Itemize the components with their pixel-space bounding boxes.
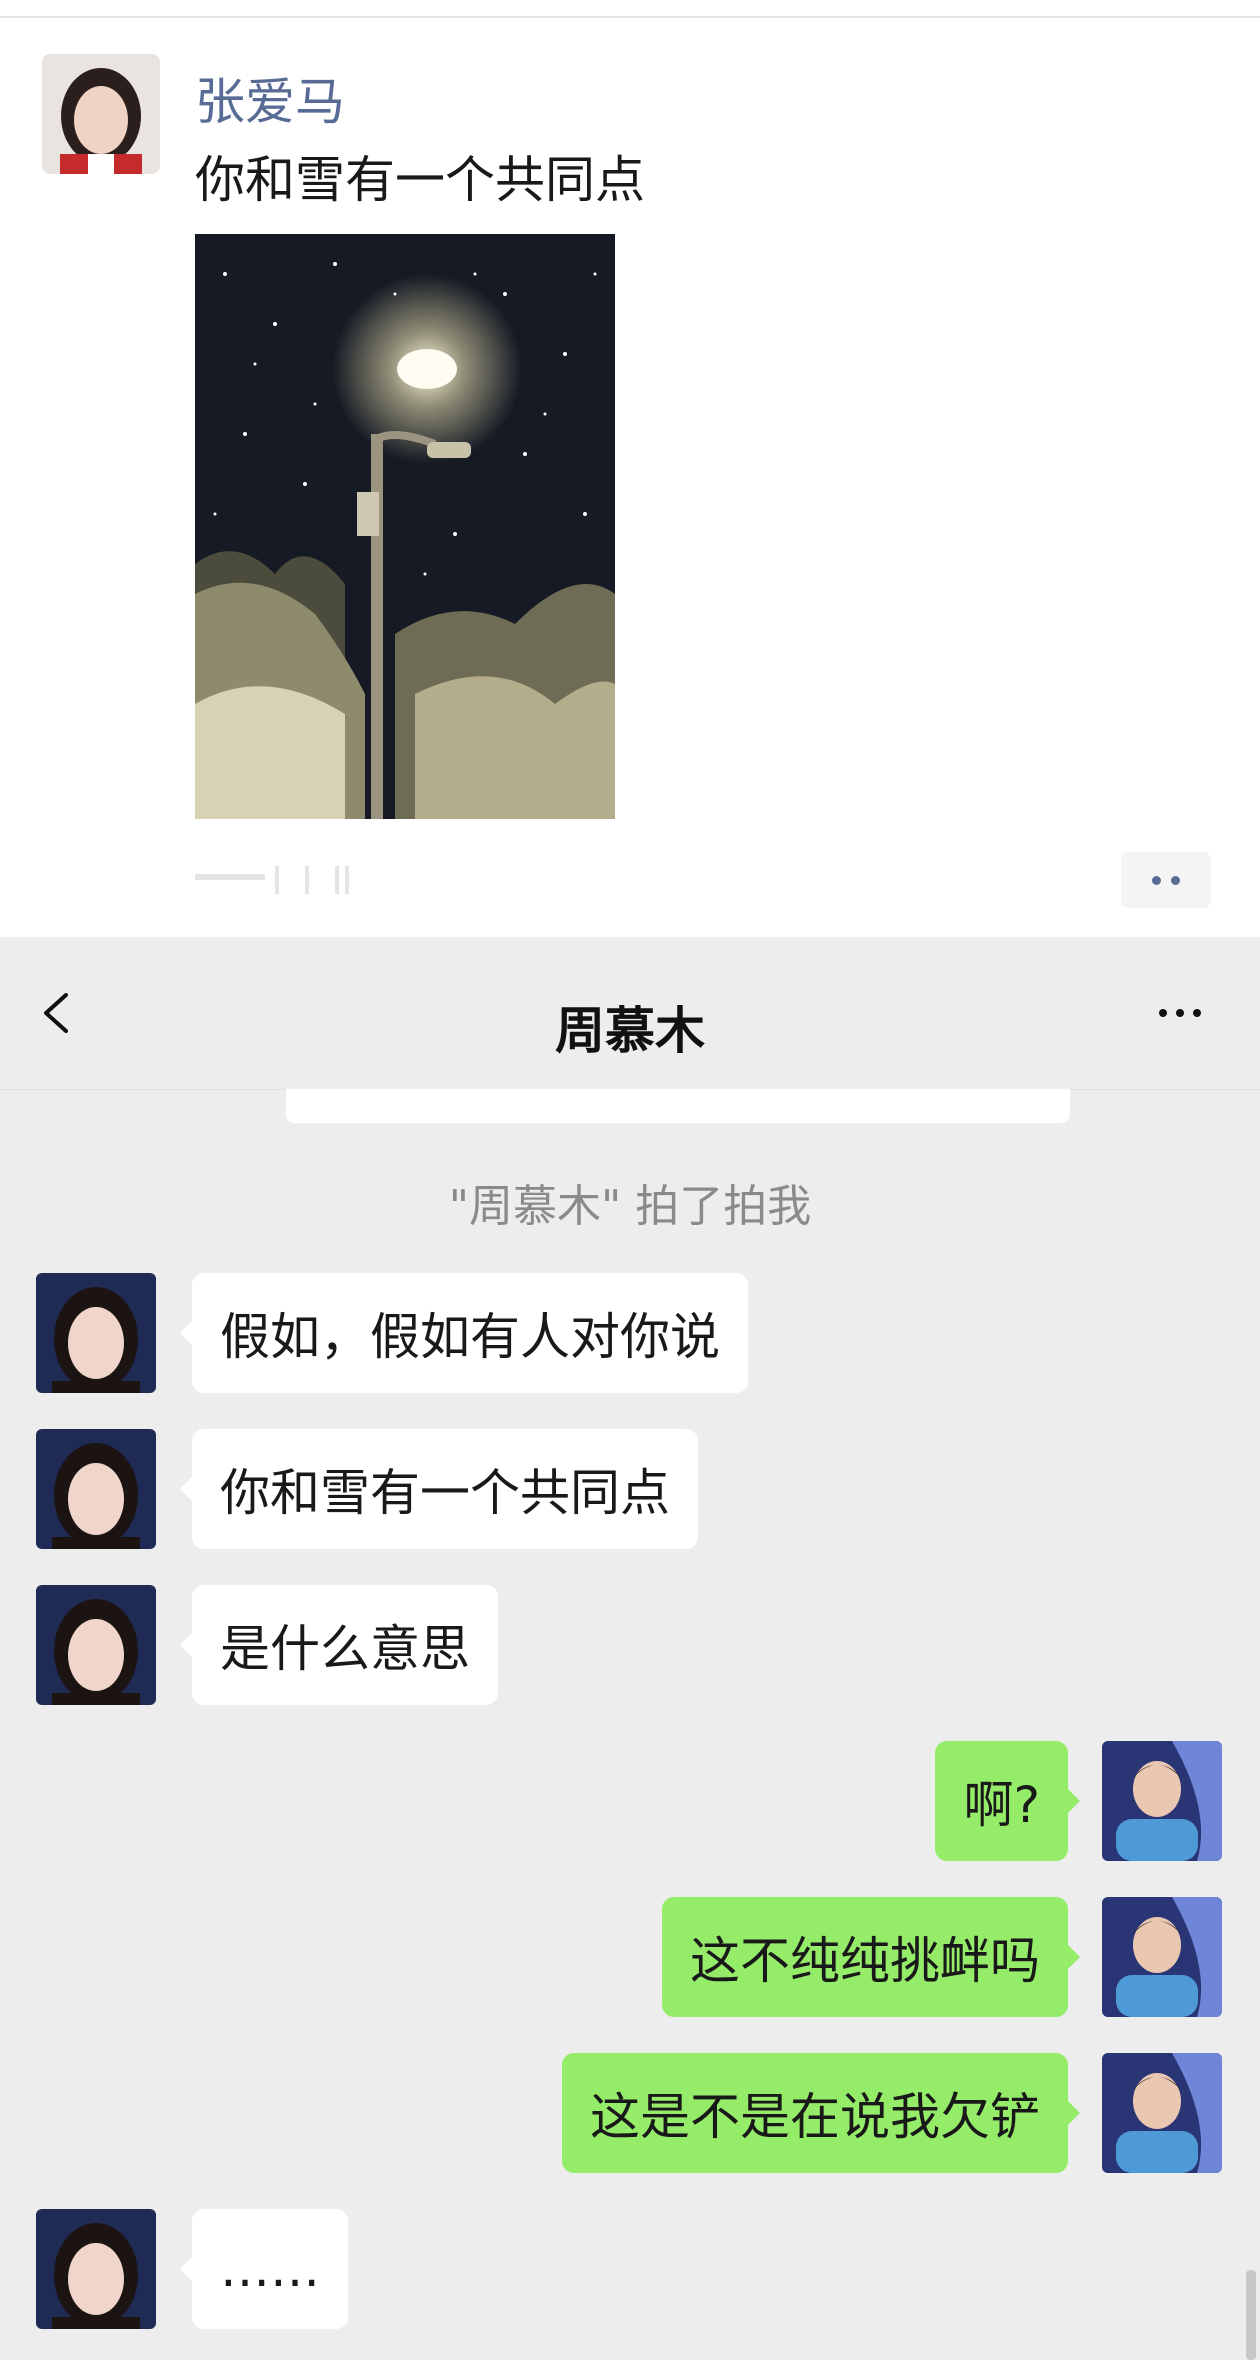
- scrollbar[interactable]: [1246, 2270, 1256, 2360]
- author-avatar[interactable]: [42, 54, 160, 174]
- message-bubble[interactable]: 你和雪有一个共同点: [180, 1429, 698, 1549]
- message-bubble[interactable]: ……: [180, 2209, 348, 2329]
- divider: [0, 16, 1260, 18]
- moments-post: 张爱马 你和雪有一个共同点: [0, 0, 1260, 937]
- dot-icon: [1171, 875, 1180, 885]
- author-name[interactable]: 张爱马: [195, 62, 345, 134]
- my-avatar[interactable]: [1102, 2053, 1222, 2173]
- contact-avatar[interactable]: [36, 1585, 156, 1705]
- post-text: 你和雪有一个共同点: [195, 151, 645, 209]
- chat-title: 周慕木: [555, 1002, 705, 1060]
- message-bubble[interactable]: 是什么意思: [180, 1585, 498, 1705]
- more-dots-icon[interactable]: [1150, 983, 1210, 1043]
- contact-avatar[interactable]: [36, 1429, 156, 1549]
- previous-message-card[interactable]: [286, 1089, 1070, 1123]
- chat-header: 周慕木: [0, 937, 1260, 1090]
- dot-icon: [1152, 875, 1161, 885]
- post-photo[interactable]: [195, 234, 615, 819]
- my-avatar[interactable]: [1102, 1897, 1222, 2017]
- message-bubble[interactable]: 啊?: [935, 1741, 1080, 1861]
- contact-avatar[interactable]: [36, 1273, 156, 1393]
- contact-avatar[interactable]: [36, 2209, 156, 2329]
- message-bubble[interactable]: 假如，假如有人对你说: [180, 1273, 748, 1393]
- message-bubble[interactable]: 这是不是在说我欠铲: [562, 2053, 1080, 2173]
- message-bubble[interactable]: 这不纯纯挑衅吗: [662, 1897, 1080, 2017]
- post-meta-placeholder: [195, 860, 365, 900]
- pat-system-message: "周慕木" 拍了拍我: [448, 1181, 812, 1232]
- my-avatar[interactable]: [1102, 1741, 1222, 1861]
- post-actions-button[interactable]: [1121, 852, 1211, 908]
